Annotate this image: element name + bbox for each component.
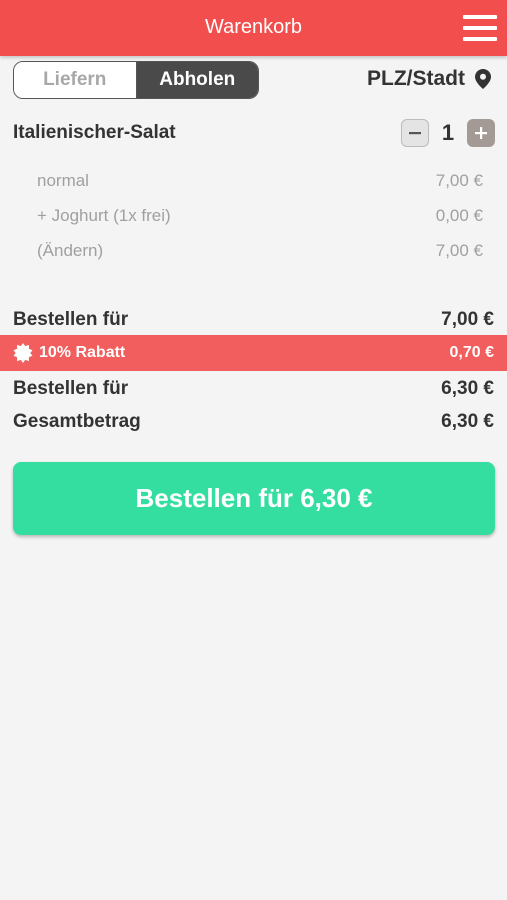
total-row: Gesamtbetrag 6,30 € <box>13 411 494 433</box>
change-item-link[interactable]: (Ändern) <box>37 241 103 261</box>
item-detail-price: 7,00 € <box>435 171 483 190</box>
minus-icon <box>409 132 421 135</box>
increase-quantity-button[interactable] <box>467 119 495 147</box>
location-label: PLZ/Stadt <box>367 67 465 90</box>
decrease-quantity-button[interactable] <box>401 119 429 147</box>
discount-banner: 10% Rabatt 0,70 € <box>0 335 507 371</box>
subtotal-value: 7,00 € <box>441 309 494 330</box>
discount-badge-icon <box>13 343 33 363</box>
item-detail-label: + Joghurt (1x frei) <box>37 206 171 225</box>
page-title: Warenkorb <box>204 16 303 38</box>
subtotal-label: Bestellen für <box>13 309 129 330</box>
tab-liefern[interactable]: Liefern <box>14 62 137 98</box>
hamburger-menu-icon[interactable] <box>463 15 497 41</box>
delivery-mode-toggle: Liefern Abholen <box>13 61 259 99</box>
discounted-subtotal-row: Bestellen für 6,30 € <box>13 378 494 400</box>
place-order-button[interactable]: Bestellen für 6,30 € <box>13 462 495 535</box>
item-detail-price: 7,00 € <box>435 241 483 260</box>
location-selector[interactable]: PLZ/Stadt <box>367 67 491 91</box>
item-detail-row: + Joghurt (1x frei) 0,00 € <box>37 206 483 226</box>
plus-icon <box>475 127 487 139</box>
discount-value: 0,70 € <box>449 344 494 361</box>
top-bar: Warenkorb <box>0 0 507 56</box>
discount-label: 10% Rabatt <box>39 344 126 361</box>
discounted-subtotal-label: Bestellen für <box>13 378 129 399</box>
quantity-stepper: 1 <box>401 119 495 147</box>
subtotal-row: Bestellen für 7,00 € <box>13 309 494 331</box>
item-detail-price: 0,00 € <box>435 206 483 225</box>
total-label: Gesamtbetrag <box>13 411 141 432</box>
tab-abholen[interactable]: Abholen <box>136 62 258 98</box>
total-value: 6,30 € <box>441 411 494 432</box>
item-detail-row[interactable]: (Ändern) 7,00 € <box>37 241 483 261</box>
discounted-subtotal-value: 6,30 € <box>441 378 494 399</box>
quantity-value: 1 <box>441 120 455 145</box>
item-detail-label: normal <box>37 171 89 190</box>
item-detail-row: normal 7,00 € <box>37 171 483 191</box>
location-pin-icon <box>475 69 491 89</box>
cart-item-name: Italienischer-Salat <box>13 122 176 143</box>
